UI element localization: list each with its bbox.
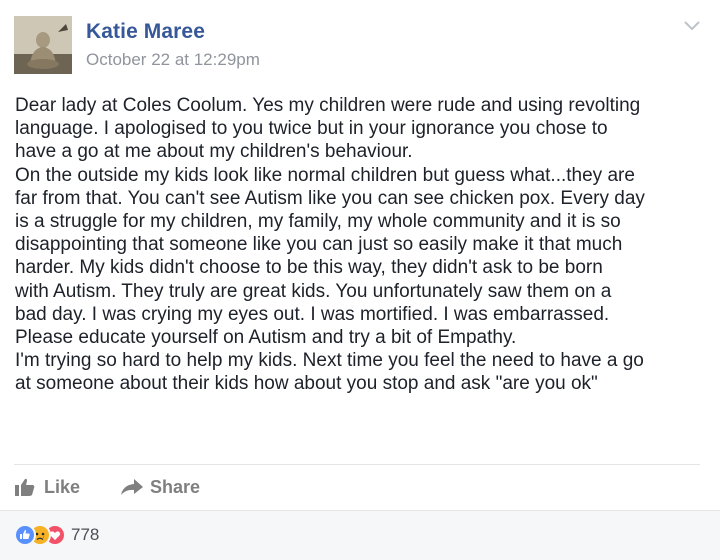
post-footer: [0, 510, 720, 560]
reactions-summary[interactable]: 778: [14, 524, 99, 546]
like-icon: [14, 524, 36, 546]
avatar[interactable]: [14, 16, 72, 74]
reaction-count[interactable]: 778: [71, 525, 99, 545]
author-name[interactable]: Katie Maree: [86, 20, 205, 44]
like-button[interactable]: Like: [14, 474, 80, 500]
divider: [14, 464, 700, 465]
facebook-post: Katie Maree October 22 at 12:29pm Dear l…: [0, 0, 720, 560]
post-timestamp[interactable]: October 22 at 12:29pm: [86, 50, 260, 70]
buddha-statue-photo: [14, 16, 72, 74]
like-label: Like: [44, 476, 81, 497]
share-button[interactable]: Share: [120, 474, 200, 500]
share-arrow-icon: [120, 477, 143, 497]
share-label: Share: [150, 476, 201, 497]
chevron-down-icon[interactable]: [682, 18, 702, 34]
thumbs-up-icon: [14, 477, 36, 497]
post-body-text: Dear lady at Coles Coolum. Yes my childr…: [15, 95, 645, 395]
